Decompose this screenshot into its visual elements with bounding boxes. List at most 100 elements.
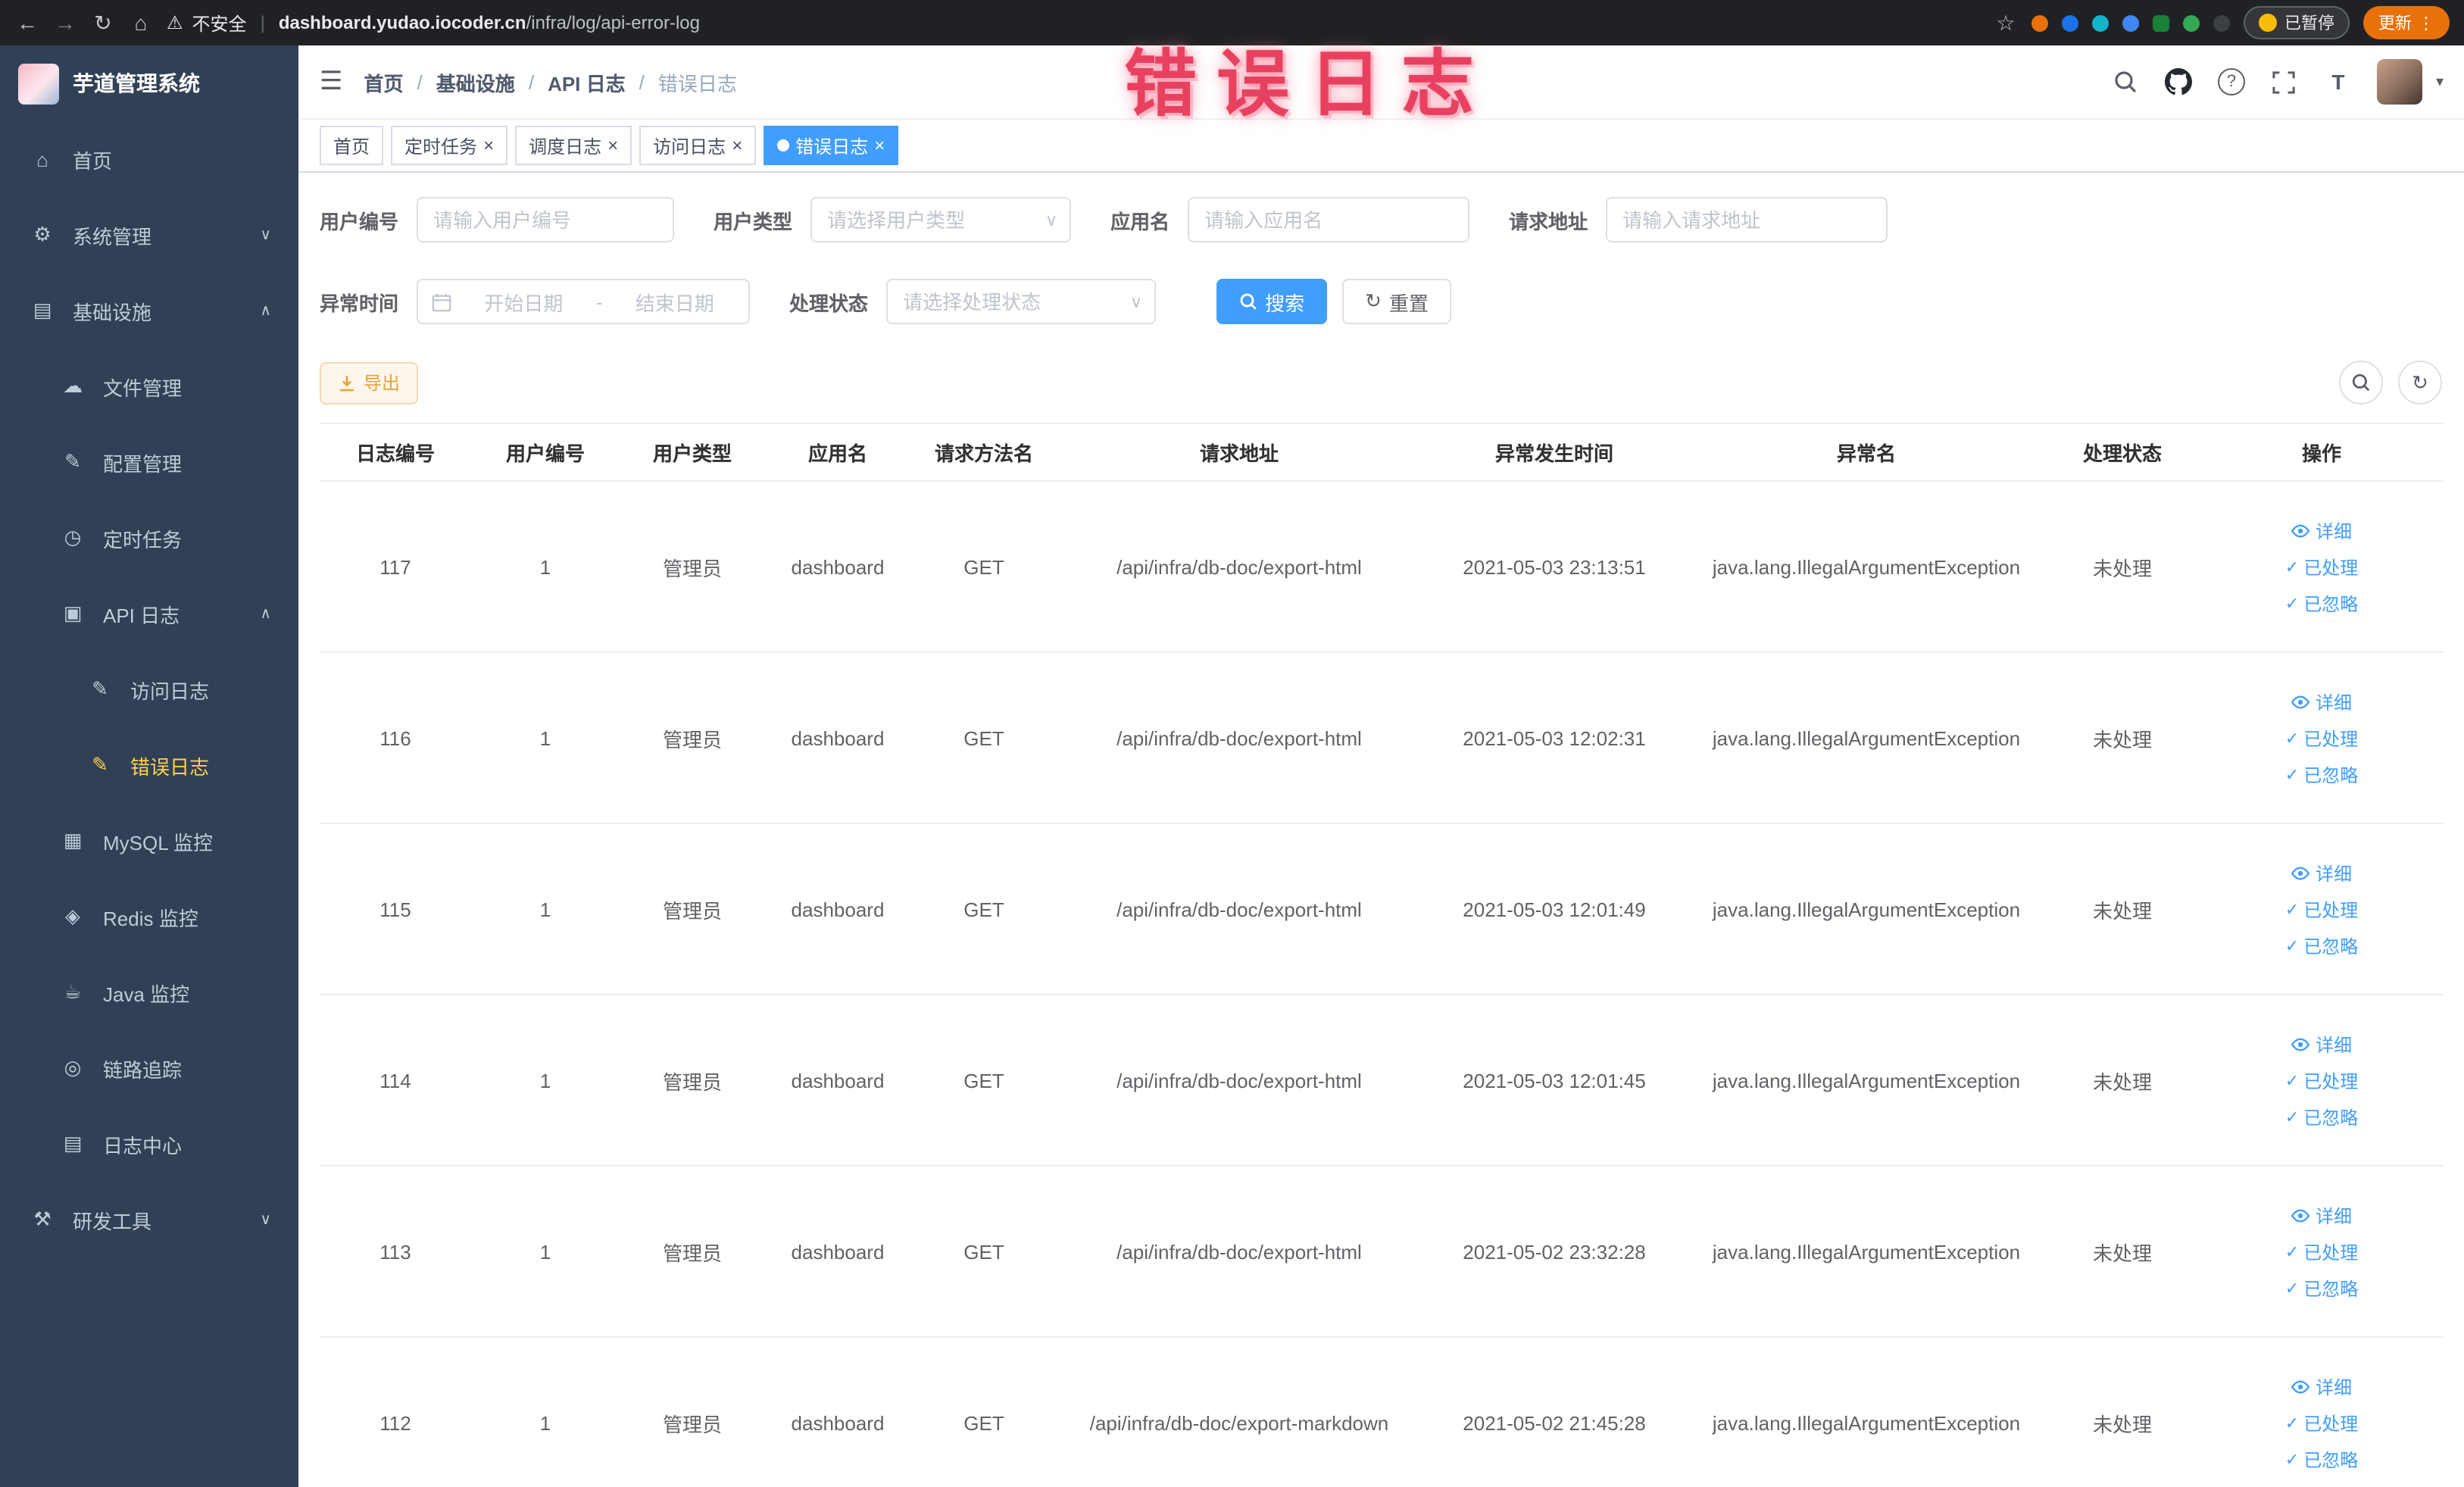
mark-ignored-link[interactable]: ✓ 已忽略: [2285, 761, 2358, 787]
mark-ignored-link[interactable]: ✓ 已忽略: [2285, 1275, 2358, 1301]
tab-错误日志[interactable]: 错误日志 ×: [764, 126, 899, 165]
sidebar-item-label: 配置管理: [103, 452, 183, 475]
font-size-icon[interactable]: T: [2324, 68, 2351, 95]
sidebar-item-system[interactable]: ⚙ 系统管理 ∨: [0, 197, 298, 273]
extension-icon[interactable]: [2092, 14, 2109, 31]
extension-icon[interactable]: [2153, 14, 2169, 31]
search-icon[interactable]: [2112, 68, 2139, 95]
breadcrumb-item[interactable]: API 日志: [548, 67, 626, 96]
tab-访问日志[interactable]: 访问日志 ×: [639, 126, 757, 165]
processed-label: 已处理: [2303, 728, 2359, 749]
mark-ignored-link[interactable]: ✓ 已忽略: [2285, 1446, 2358, 1472]
chevron-down-icon[interactable]: ▾: [2436, 73, 2444, 90]
warning-icon: ⚠: [167, 12, 183, 33]
browser-home-icon[interactable]: ⌂: [129, 11, 153, 35]
mark-ignored-link[interactable]: ✓ 已忽略: [2285, 1104, 2358, 1129]
extension-icon[interactable]: [2183, 14, 2200, 31]
sidebar-item-errorlog[interactable]: ✎ 错误日志: [0, 727, 298, 803]
export-button[interactable]: 导出: [320, 361, 419, 404]
mark-processed-link[interactable]: ✓ 已处理: [2285, 896, 2358, 922]
sidebar-item-java[interactable]: ☕ Java 监控: [0, 954, 298, 1030]
reset-button[interactable]: ↻ 重置: [1342, 279, 1451, 324]
mark-ignored-link[interactable]: ✓ 已忽略: [2285, 590, 2358, 616]
detail-link[interactable]: 详细: [2291, 1202, 2352, 1228]
column-header: 请求方法名: [910, 423, 1057, 482]
extension-icon[interactable]: [2213, 14, 2230, 31]
mark-processed-link[interactable]: ✓ 已处理: [2285, 1067, 2358, 1093]
user-type-select[interactable]: [810, 197, 1072, 242]
detail-link[interactable]: 详细: [2291, 1031, 2352, 1057]
sidebar-item-mysql[interactable]: ▦ MySQL 监控: [0, 803, 298, 879]
request-url-input[interactable]: [1606, 197, 1888, 242]
fullscreen-icon[interactable]: [2271, 68, 2298, 95]
sidebar-item-accesslog[interactable]: ✎ 访问日志: [0, 651, 298, 727]
cell-status: 未处理: [2045, 823, 2200, 995]
search-label: 搜索: [1265, 292, 1305, 314]
column-header: 异常名: [1688, 423, 2045, 482]
sidebar-item-home[interactable]: ⌂ 首页: [0, 121, 298, 197]
mark-processed-link[interactable]: ✓ 已处理: [2285, 1239, 2358, 1264]
search-toggle-button[interactable]: [2339, 361, 2383, 405]
tab-close-icon[interactable]: ×: [732, 136, 742, 155]
sidebar-item-infra[interactable]: ▤ 基础设施 ∧: [0, 273, 298, 348]
browser-reload-icon[interactable]: ↻: [91, 10, 115, 36]
reset-label: 重置: [1388, 292, 1429, 314]
mark-processed-link[interactable]: ✓ 已处理: [2285, 725, 2358, 751]
process-status-select[interactable]: [886, 279, 1157, 324]
detail-link[interactable]: 详细: [2291, 1373, 2352, 1399]
address-bar[interactable]: dashboard.yudao.iocoder.cn/infra/log/api…: [279, 12, 700, 33]
refresh-button[interactable]: ↻: [2398, 361, 2442, 405]
extension-icon[interactable]: [2122, 14, 2139, 31]
download-icon: [340, 375, 354, 391]
cell-actions: 详细 ✓ 已处理 ✓ 已忽略: [2200, 481, 2444, 653]
breadcrumb-item[interactable]: 基础设施: [436, 67, 515, 96]
tab-定时任务[interactable]: 定时任务 ×: [391, 126, 508, 165]
cell-url: /api/infra/db-doc/export-html: [1057, 1166, 1421, 1338]
tab-调度日志[interactable]: 调度日志 ×: [515, 126, 632, 165]
search-button[interactable]: 搜索: [1216, 279, 1328, 324]
app-name-input[interactable]: [1188, 197, 1470, 242]
sidebar-item-trace[interactable]: ◎ 链路追踪: [0, 1030, 298, 1106]
detail-link[interactable]: 详细: [2291, 689, 2352, 714]
detail-link[interactable]: 详细: [2291, 517, 2352, 543]
extension-icon[interactable]: [2031, 14, 2048, 31]
check-icon: ✓: [2284, 901, 2300, 919]
extension-icon[interactable]: [2062, 14, 2078, 31]
sidebar-item-logcenter[interactable]: ▤ 日志中心: [0, 1106, 298, 1182]
mysql-monitor-icon: ▦: [63, 829, 83, 851]
sidebar-item-config[interactable]: ✎ 配置管理: [0, 424, 298, 500]
tab-首页[interactable]: 首页: [320, 126, 384, 165]
tab-close-icon[interactable]: ×: [607, 136, 618, 155]
table-row: 116 1 管理员 dashboard GET/api/infra/db-doc/exp…: [320, 652, 2444, 824]
sidebar-item-devtools[interactable]: ⚒ 研发工具 ∨: [0, 1182, 298, 1257]
help-icon[interactable]: ?: [2217, 68, 2245, 95]
security-indicator[interactable]: ⚠ 不安全: [167, 10, 247, 36]
tab-close-icon[interactable]: ×: [483, 136, 494, 155]
cell-app: dashboard: [765, 1337, 910, 1487]
chevron-down-icon: ∨: [260, 226, 271, 243]
mark-processed-link[interactable]: ✓ 已处理: [2285, 554, 2358, 579]
sidebar-item-label: API 日志: [103, 604, 180, 626]
sidebar-item-apilog[interactable]: ▣ API 日志 ∧: [0, 576, 298, 651]
mark-ignored-link[interactable]: ✓ 已忽略: [2285, 932, 2358, 958]
user-type-label: 用户类型: [714, 210, 793, 233]
eye-icon: [2291, 523, 2311, 537]
sidebar-item-redis[interactable]: ◈ Redis 监控: [0, 879, 298, 954]
hamburger-icon[interactable]: ☰: [320, 67, 343, 97]
detail-link[interactable]: 详细: [2291, 860, 2352, 886]
sidebar-item-job[interactable]: ◷ 定时任务: [0, 500, 298, 576]
app-logo[interactable]: 芋道管理系统: [0, 45, 298, 121]
browser-forward-icon[interactable]: →: [53, 11, 77, 35]
date-range-picker[interactable]: 开始日期 - 结束日期: [417, 279, 751, 324]
tab-close-icon[interactable]: ×: [874, 136, 885, 155]
github-icon[interactable]: [2164, 68, 2192, 95]
browser-update-button[interactable]: 更新 ⋮: [2363, 6, 2450, 39]
avatar[interactable]: [2376, 59, 2422, 105]
sidebar-item-file[interactable]: ☁ 文件管理: [0, 348, 298, 424]
user-id-input[interactable]: [417, 197, 675, 242]
bookmark-star-icon[interactable]: ☆: [1994, 10, 2018, 36]
breadcrumb-item[interactable]: 首页: [364, 67, 404, 96]
browser-back-icon[interactable]: ←: [15, 11, 39, 35]
paused-badge[interactable]: 已暂停: [2244, 6, 2350, 39]
mark-processed-link[interactable]: ✓ 已处理: [2285, 1410, 2358, 1435]
